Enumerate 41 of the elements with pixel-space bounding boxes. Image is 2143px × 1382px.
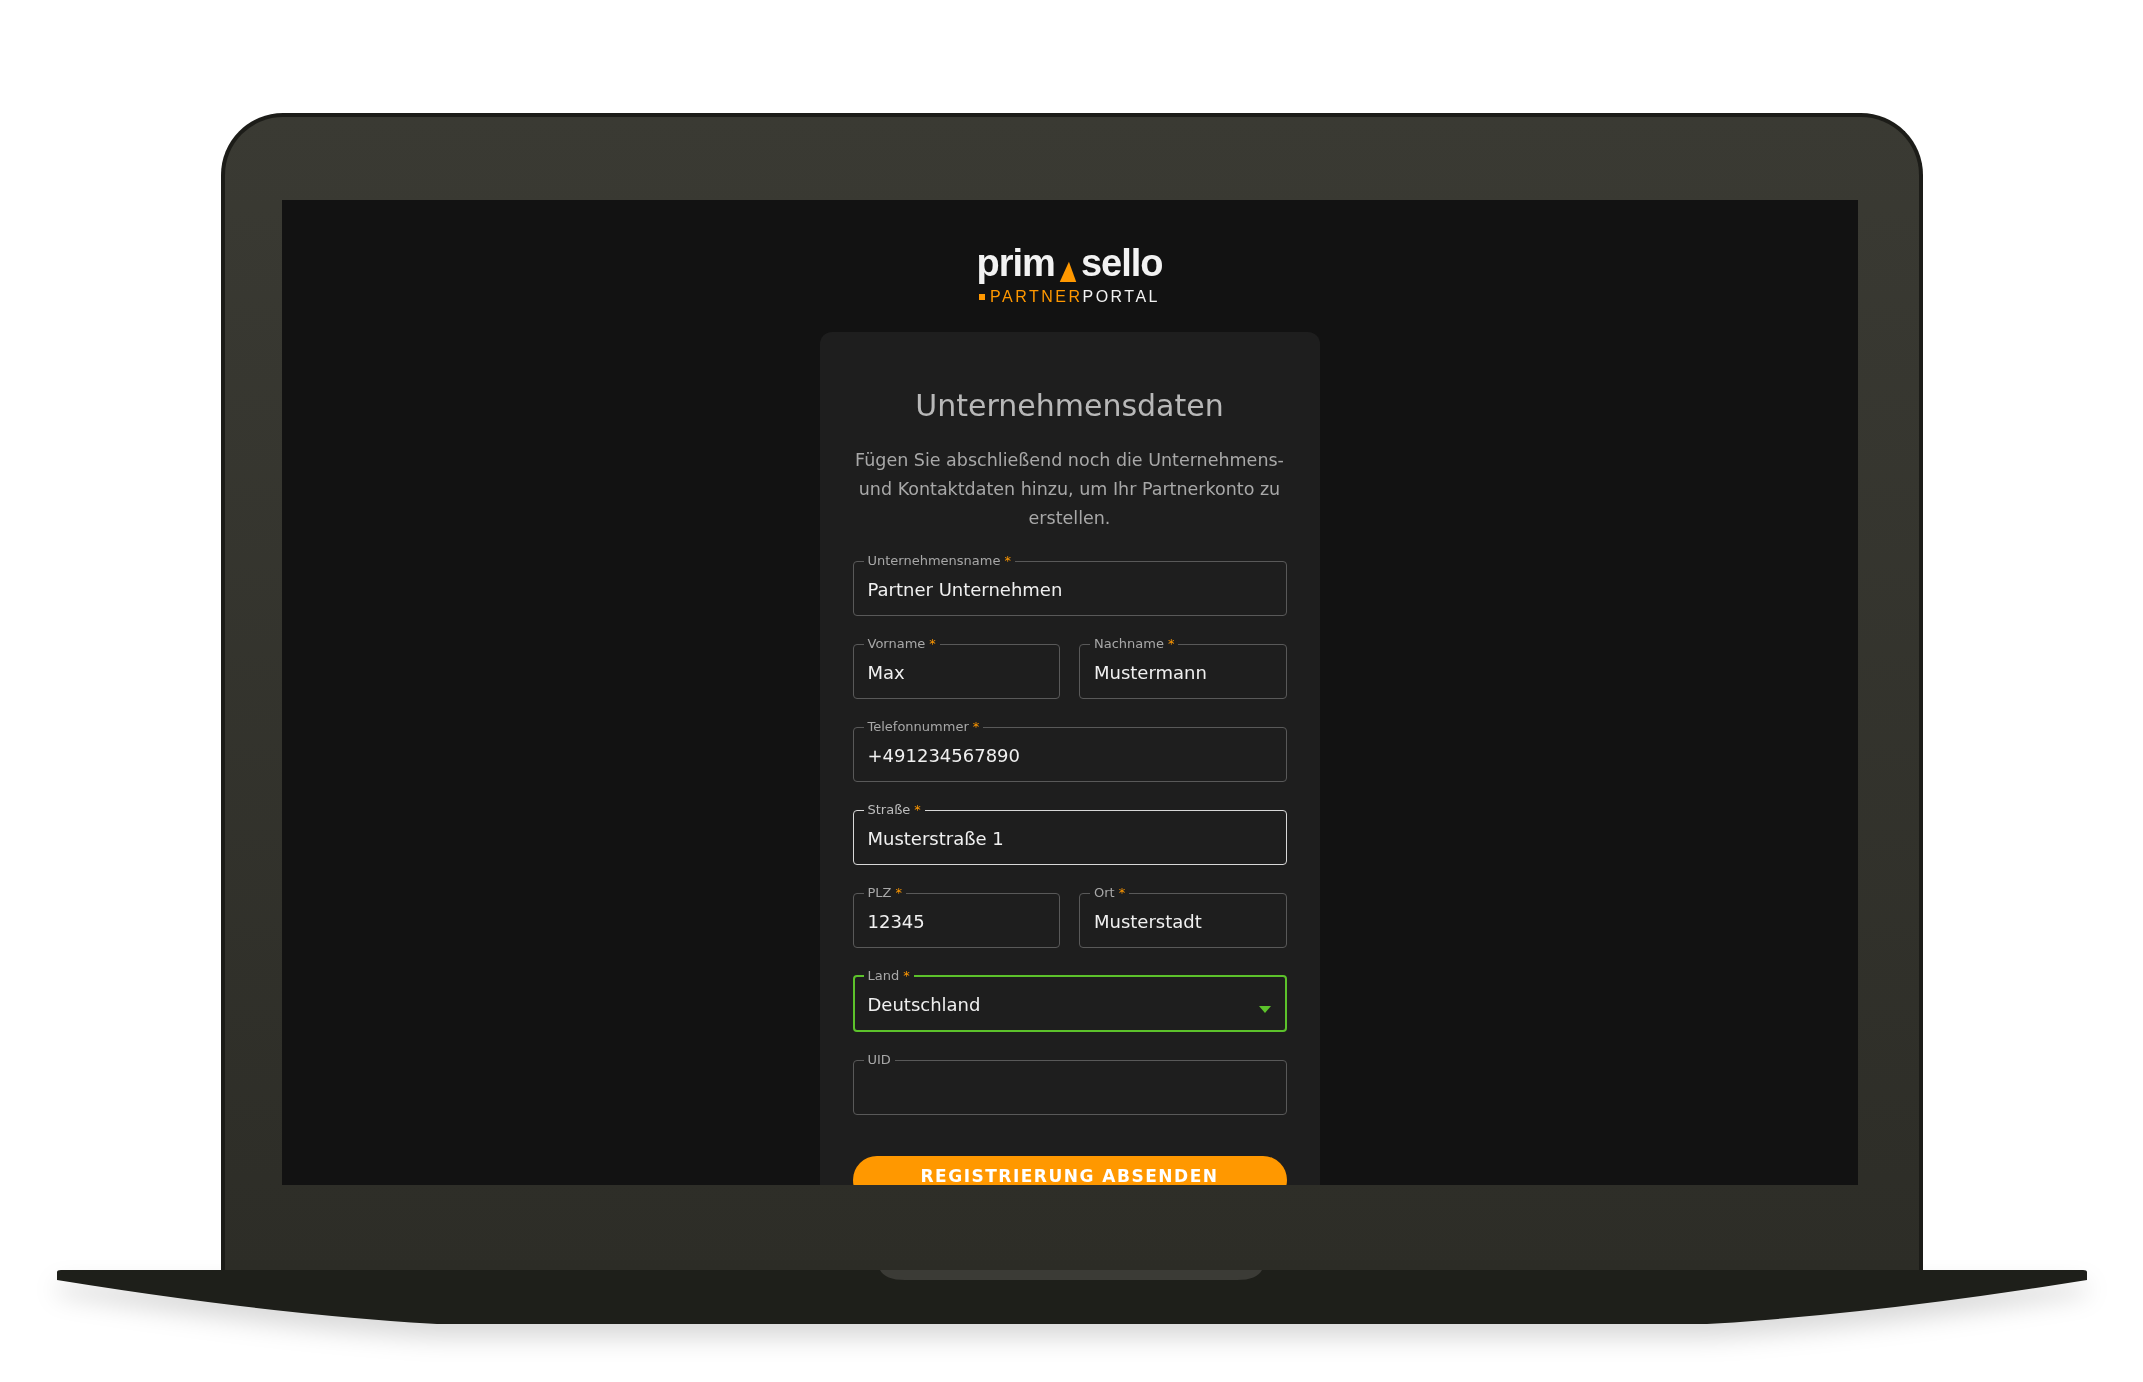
required-mark: * [1167, 636, 1175, 651]
input-field[interactable]: Ort * Musterstadt [1079, 885, 1287, 948]
field-value: Deutschland [867, 993, 981, 1015]
logo-subtitle: PARTNER [990, 288, 1083, 306]
field-value: +491234567890 [867, 744, 1020, 766]
required-mark: * [1118, 885, 1126, 900]
input-field[interactable]: Straße * Musterstraße 1 [852, 802, 1287, 865]
field-value: 12345 [867, 910, 925, 932]
required-mark: * [903, 968, 910, 983]
field-label: UID [867, 1052, 891, 1067]
logo-text: sello [1080, 241, 1163, 286]
input-field[interactable]: Unternehmensname * Partner Unternehmen [852, 553, 1287, 616]
required-mark: * [1004, 553, 1011, 568]
field-label: Vorname [867, 636, 926, 651]
card-description: Fügen Sie abschließend noch die Unternehmens- und Kontaktdaten hinzu, um Ihr Partnerkonto zu erstellen. [854, 449, 1285, 530]
required-mark: * [929, 636, 936, 651]
field-value: Musterstadt [1094, 910, 1202, 932]
field-label: Ort [1094, 885, 1115, 900]
input-field[interactable]: PLZ * 12345 [852, 885, 1060, 948]
field-label: Telefonnummer [867, 719, 969, 734]
required-mark: * [914, 802, 921, 817]
field-value: Max [867, 661, 905, 683]
input-field[interactable]: Vorname * Max [852, 636, 1060, 699]
card-title: Unternehmensdaten [914, 388, 1225, 424]
input-field[interactable]: UID [852, 1052, 1287, 1115]
field-label: Nachname [1094, 636, 1164, 651]
required-mark: * [972, 719, 980, 734]
field-value: Musterstraße 1 [867, 827, 1004, 849]
input-field[interactable]: Telefonnummer * +491234567890 [852, 719, 1287, 782]
field-label: Unternehmensname [867, 553, 1001, 568]
field-value: Partner Unternehmen [867, 578, 1063, 600]
select-field[interactable]: Land * Deutschland [852, 968, 1287, 1032]
field-label: Land [867, 968, 900, 983]
caret-icon [1258, 1006, 1271, 1013]
field-value: Mustermann [1094, 661, 1207, 683]
field-label: Straße [867, 802, 911, 817]
logo-text: prim [976, 241, 1055, 286]
logo-subtitle: PORTAL [1082, 288, 1160, 306]
field-label: PLZ [867, 885, 892, 900]
required-mark: * [895, 885, 902, 900]
input-field[interactable]: Nachname * Mustermann [1079, 636, 1287, 699]
